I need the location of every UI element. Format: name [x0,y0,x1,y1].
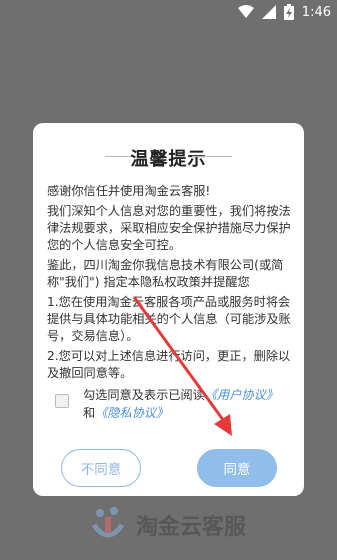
status-time: 1:46 [301,4,331,20]
app-name: 淘金云客服 [136,515,247,540]
status-icons: 1:46 [237,2,331,22]
agree-prefix: 勾选同意及表示已阅读 [83,388,205,402]
logo-icon [91,507,125,538]
wifi-icon [237,5,254,18]
agree-checkbox[interactable] [55,394,69,408]
disagree-button[interactable]: 不同意 [61,449,141,487]
paragraph-item-2: 2.您可以对上述信息进行访问，更正，删除以及撤回同意等。 [47,349,291,380]
paragraph-company: 鉴此，四川淘金你我信息技术有限公司(或简称"我们") 指定本隐私权政策并提醒您 [47,258,284,289]
battery-icon [283,4,294,20]
app-logo: 淘金云客服 [88,500,268,550]
agreement-row: 勾选同意及表示已阅读《用户协议》 和《隐私协议》 [49,386,292,422]
agreement-text: 勾选同意及表示已阅读《用户协议》 和《隐私协议》 [83,386,292,422]
paragraph-importance: 我们深知个人信息对您的重要性，我们将按法律法规要求，采取相应安全保护措施尽力保护… [47,204,291,252]
agree-and: 和 [83,406,96,420]
dialog-title: 温馨提示 [130,149,207,170]
signal-icon [261,5,276,19]
paragraph-thanks: 感谢你信任并使用淘金云客服! [47,184,211,198]
user-agreement-link[interactable]: 《用户协议》 [205,388,278,402]
privacy-dialog: 温馨提示 感谢你信任并使用淘金云客服! 我们深知个人信息对您的重要性，我们将按法… [33,123,304,496]
status-bar: 1:46 [0,0,337,24]
agree-button[interactable]: 同意 [197,449,277,487]
privacy-agreement-link[interactable]: 《隐私协议》 [95,406,168,420]
paragraph-item-1: 1.您在使用淘金云客服各项产品或服务时将会提供与具体功能相关的个人信息（可能涉及… [47,295,291,343]
title-divider-right [192,156,232,157]
